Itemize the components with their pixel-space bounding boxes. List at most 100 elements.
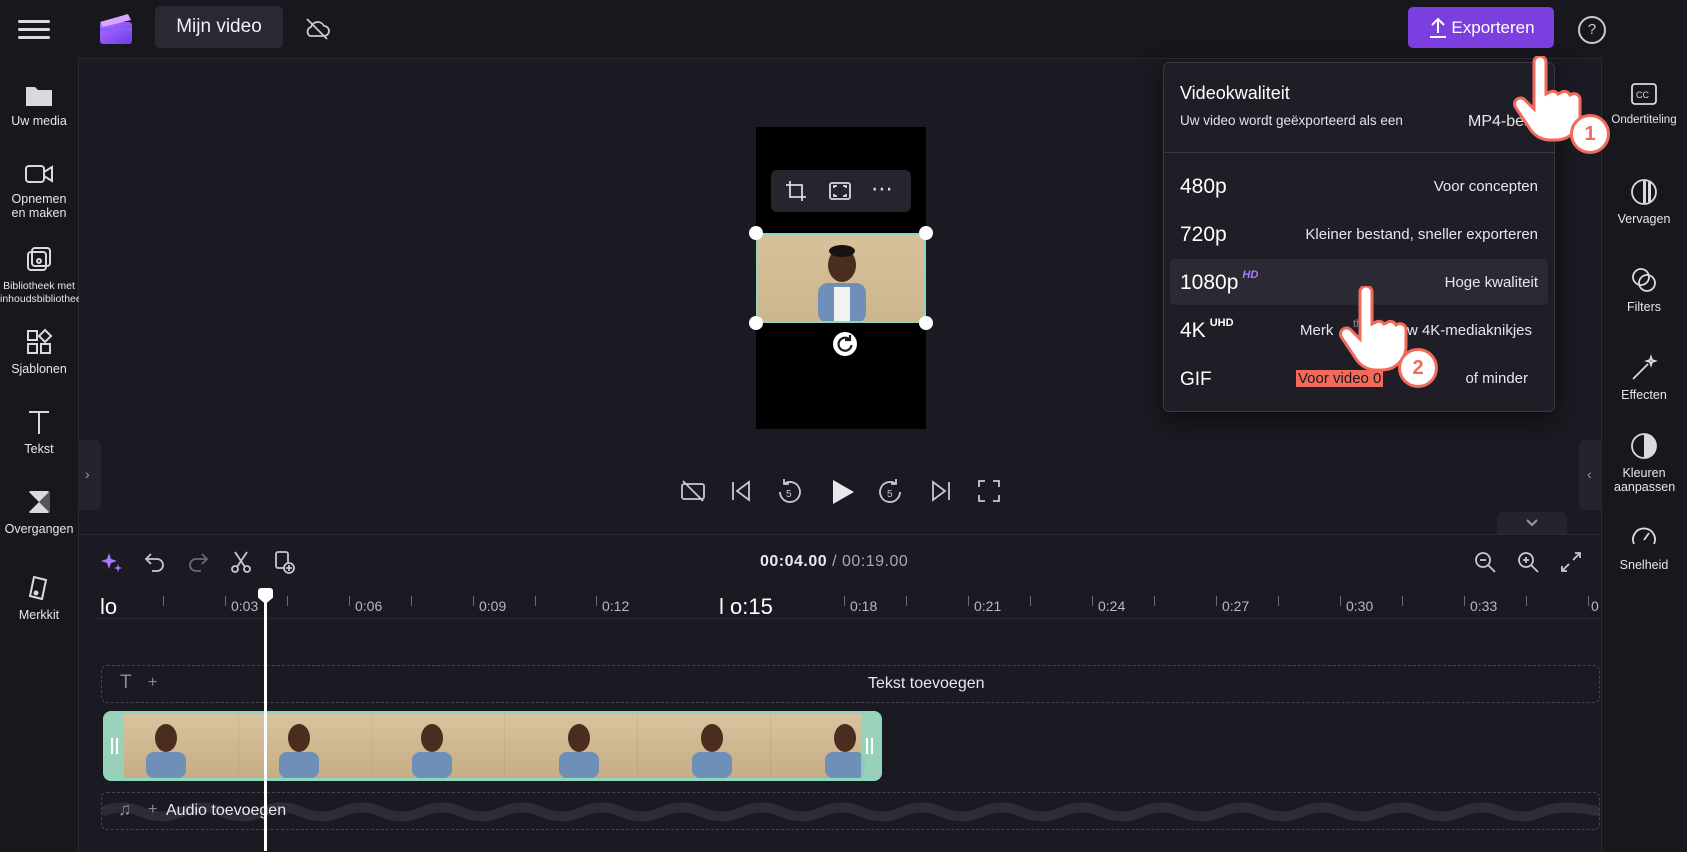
ruler-tick-label: 0:24 [1098, 598, 1126, 614]
sidebar-item-label: Bibliotheek met inhoudsbibliotheek [0, 280, 87, 305]
clip-trim-handle-right[interactable] [861, 714, 879, 778]
option-resolution-text: 4K [1180, 319, 1206, 342]
hand-pointer-icon [1339, 286, 1408, 372]
captions-icon: CC [1631, 83, 1657, 105]
ruler-tick-label: 0:12 [602, 598, 630, 614]
sidebar-item-transitions[interactable]: Overgangen [0, 488, 78, 536]
duplicate-add-icon[interactable] [272, 550, 296, 574]
sidebar-item-your-media[interactable]: Uw media [0, 82, 78, 128]
no-camera-icon[interactable] [680, 478, 706, 504]
adjust-colors-icon [1631, 433, 1657, 459]
option-description: Kleiner bestand, sneller exporteren [1305, 226, 1538, 243]
ruler-tick [1216, 596, 1217, 606]
sidebar-item-adjust-colors[interactable]: Kleuren aanpassen [1601, 432, 1687, 494]
ruler-tick [968, 596, 969, 606]
uhd-badge: UHD [1209, 317, 1234, 329]
collapse-right-panel-button[interactable]: ‹ [1579, 440, 1601, 510]
collapse-timeline-button[interactable] [1497, 512, 1567, 534]
sidebar-item-captions[interactable]: CC Ondertiteling [1601, 82, 1687, 127]
sidebar-item-fade[interactable]: Vervagen [1601, 178, 1687, 226]
add-audio-label: Audio toevoegen [166, 802, 287, 819]
chevron-down-icon [1526, 519, 1538, 527]
quality-option-720p[interactable]: 720p Kleiner bestand, sneller exporteren [1170, 211, 1548, 257]
clip-trim-handle-left[interactable] [106, 714, 124, 778]
ruler-start-label: lo [100, 594, 118, 619]
zoom-in-icon[interactable] [1516, 550, 1540, 574]
sidebar-item-record-create[interactable]: Opnemen en maken [0, 162, 78, 220]
playhead[interactable] [264, 588, 267, 851]
step-badge-1: 1 [1570, 114, 1610, 154]
skip-back-icon[interactable] [728, 478, 754, 504]
option-description: of minder [1465, 370, 1528, 387]
audio-track[interactable]: ♫ + Audio toevoegen [101, 792, 1600, 830]
ruler-tick [596, 596, 597, 606]
timeline-ruler[interactable]: lo 0:03 0:06 0:09 0:12 l o:15 0:18 0:21 … [95, 588, 1600, 619]
project-title[interactable]: Mijn video [155, 6, 283, 48]
dropdown-divider [1164, 152, 1554, 153]
folder-icon [26, 87, 52, 106]
resize-handle-bottom-right[interactable] [919, 316, 933, 330]
video-clip[interactable] [103, 711, 882, 781]
resize-handle-bottom-left[interactable] [749, 316, 763, 330]
play-icon[interactable] [828, 478, 856, 506]
text-icon [29, 411, 49, 434]
help-icon[interactable]: ? [1578, 16, 1606, 44]
ruler-tick [1340, 596, 1341, 606]
current-time: 00:04.00 [760, 553, 828, 570]
ruler-tick-label: 0:09 [479, 598, 507, 614]
export-button[interactable]: Exporteren [1408, 7, 1554, 48]
sidebar-item-content-library[interactable]: Bibliotheek met inhoudsbibliotheek [0, 246, 87, 306]
zoom-out-icon[interactable] [1473, 550, 1497, 574]
sidebar-item-text[interactable]: Tekst [0, 408, 78, 456]
fit-timeline-icon[interactable] [1559, 550, 1583, 574]
selected-clip-preview[interactable] [756, 233, 926, 323]
quality-option-480p[interactable]: 480p Voor concepten [1170, 163, 1548, 209]
templates-icon [27, 328, 53, 354]
sidebar-item-label: Ondertiteling [1611, 114, 1677, 126]
ruler-tick-label: 0:06 [355, 598, 383, 614]
ruler-marker-label: l o:15 [719, 594, 773, 619]
ruler-tick [1402, 596, 1403, 606]
sidebar-item-templates[interactable]: Sjablonen [0, 328, 78, 376]
skip-forward-icon[interactable] [928, 478, 954, 504]
video-camera-icon [25, 165, 53, 183]
speed-icon [1632, 527, 1656, 545]
more-options-icon[interactable]: ⋯ [871, 176, 894, 202]
ruler-tick [163, 596, 164, 606]
ruler-tick-label: 0:21 [974, 598, 1002, 614]
sidebar-item-effects[interactable]: Effecten [1601, 354, 1687, 402]
split-scissors-icon[interactable] [229, 550, 253, 574]
rewind-5-icon[interactable]: 5 [776, 478, 804, 506]
sidebar-item-filters[interactable]: Filters [1601, 266, 1687, 314]
fullscreen-icon[interactable] [976, 478, 1002, 504]
magic-sparkle-icon[interactable] [100, 550, 124, 574]
undo-icon[interactable] [143, 550, 167, 574]
brand-kit-icon [28, 575, 48, 601]
ruler-tick [844, 596, 845, 606]
sidebar-item-brand-kit[interactable]: Merkkit [0, 574, 78, 622]
forward-5-icon[interactable]: 5 [876, 478, 904, 506]
text-track[interactable]: T + Tekst toevoegen [101, 665, 1600, 703]
filters-icon [1632, 268, 1656, 292]
sidebar-item-label: Uw media [11, 114, 67, 128]
option-resolution-text: 1080p [1180, 271, 1239, 294]
option-resolution: GIF [1180, 369, 1212, 390]
redo-icon[interactable] [186, 550, 210, 574]
add-text-plus-icon: + [148, 674, 158, 691]
sidebar-item-label: Opnemen en maken [11, 192, 67, 220]
dropdown-title: Videokwaliteit [1180, 83, 1290, 103]
resize-handle-top-left[interactable] [749, 226, 763, 240]
rotate-icon[interactable] [833, 332, 857, 356]
sidebar-item-speed[interactable]: Snelheid [1601, 524, 1687, 572]
cloud-offline-icon[interactable] [302, 14, 332, 44]
resize-handle-top-right[interactable] [919, 226, 933, 240]
hamburger-menu-icon[interactable] [18, 15, 50, 43]
library-icon [27, 247, 51, 271]
fit-icon[interactable] [829, 181, 851, 201]
collapse-left-panel-button[interactable]: › [79, 440, 101, 510]
sidebar-item-label: Sjablonen [11, 362, 67, 376]
option-resolution: 1080p HD [1180, 269, 1258, 295]
crop-icon[interactable] [785, 180, 807, 202]
chevron-left-icon: ‹ [1587, 466, 1592, 482]
ruler-tick [535, 596, 536, 606]
